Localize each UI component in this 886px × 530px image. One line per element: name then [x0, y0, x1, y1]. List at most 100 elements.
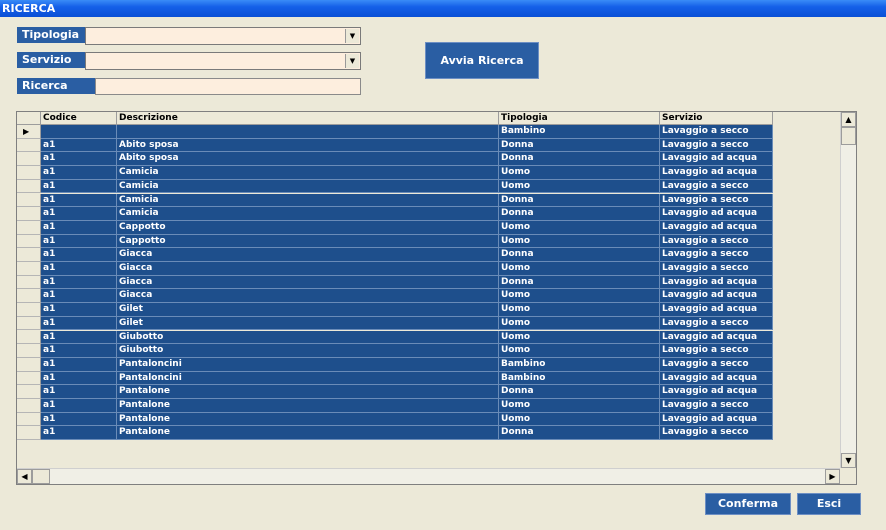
table-cell[interactable]: Lavaggio a secco [660, 234, 773, 249]
table-cell[interactable]: Pantaloncini [117, 371, 499, 386]
table-cell[interactable]: a1 [41, 399, 117, 413]
table-row[interactable]: a1 Camicia Uomo Lavaggio a secco [17, 179, 773, 194]
table-row[interactable]: a1 Giacca Donna Lavaggio a secco [17, 248, 773, 262]
table-cell[interactable]: Giubotto [117, 330, 499, 345]
table-cell[interactable]: Lavaggio a secco [660, 316, 773, 331]
table-row[interactable]: a1 Pantaloncini Bambino Lavaggio ad acqua [17, 371, 773, 386]
vertical-scroll-thumb[interactable] [841, 127, 856, 145]
tipologia-dropdown[interactable]: ▼ [85, 27, 361, 45]
column-header[interactable]: Codice [41, 112, 117, 125]
table-cell[interactable]: Pantalone [117, 399, 499, 413]
row-selector[interactable] [17, 248, 41, 262]
table-cell[interactable]: Lavaggio a secco [660, 399, 773, 413]
row-selector[interactable] [17, 289, 41, 304]
row-selector[interactable] [17, 275, 41, 290]
table-cell[interactable]: Pantalone [117, 412, 499, 427]
table-row[interactable]: a1 Cappotto Uomo Lavaggio a secco [17, 234, 773, 249]
row-selector[interactable] [17, 316, 41, 331]
table-cell[interactable]: Giacca [117, 289, 499, 304]
table-cell[interactable]: a1 [41, 179, 117, 194]
table-row[interactable]: ▶ Bambino Lavaggio a secco [17, 125, 773, 139]
table-row[interactable]: a1 Pantalone Uomo Lavaggio a secco [17, 399, 773, 413]
table-cell[interactable]: Giacca [117, 275, 499, 290]
row-selector[interactable] [17, 344, 41, 358]
table-row[interactable]: a1 Pantalone Donna Lavaggio a secco [17, 426, 773, 441]
table-row[interactable]: a1 Giacca Uomo Lavaggio a secco [17, 262, 773, 276]
table-cell[interactable]: Camicia [117, 179, 499, 194]
table-cell[interactable]: Lavaggio a secco [660, 179, 773, 194]
scroll-down-icon[interactable]: ▼ [841, 453, 856, 468]
table-cell[interactable]: a1 [41, 193, 117, 208]
table-cell[interactable]: Uomo [499, 289, 660, 304]
table-cell[interactable]: a1 [41, 344, 117, 358]
table-cell[interactable]: Lavaggio ad acqua [660, 303, 773, 317]
table-cell[interactable] [117, 125, 499, 139]
avvia-ricerca-button[interactable]: Avvia Ricerca [425, 42, 539, 79]
row-selector[interactable] [17, 193, 41, 208]
row-selector[interactable] [17, 138, 41, 153]
table-cell[interactable] [41, 125, 117, 139]
table-row[interactable]: a1 Pantalone Donna Lavaggio ad acqua [17, 385, 773, 399]
table-cell[interactable]: Uomo [499, 234, 660, 249]
vertical-scrollbar[interactable]: ▲ ▼ [840, 112, 856, 468]
table-cell[interactable]: a1 [41, 207, 117, 221]
table-cell[interactable]: Lavaggio a secco [660, 138, 773, 153]
table-cell[interactable]: a1 [41, 138, 117, 153]
table-cell[interactable]: Uomo [499, 166, 660, 180]
chevron-down-icon[interactable]: ▼ [345, 54, 359, 68]
row-selector[interactable]: ▶ [17, 125, 41, 139]
table-row[interactable]: a1 Gilet Uomo Lavaggio a secco [17, 316, 773, 331]
chevron-down-icon[interactable]: ▼ [345, 29, 359, 43]
table-cell[interactable]: Lavaggio ad acqua [660, 412, 773, 427]
table-cell[interactable]: Donna [499, 426, 660, 441]
table-cell[interactable]: a1 [41, 275, 117, 290]
table-cell[interactable]: a1 [41, 262, 117, 276]
row-selector[interactable] [17, 220, 41, 235]
table-row[interactable]: a1 Pantalone Uomo Lavaggio ad acqua [17, 412, 773, 427]
table-row[interactable]: a1 Giacca Uomo Lavaggio ad acqua [17, 289, 773, 304]
row-selector[interactable] [17, 234, 41, 249]
table-cell[interactable]: Lavaggio ad acqua [660, 207, 773, 221]
row-selector[interactable] [17, 262, 41, 276]
table-cell[interactable]: a1 [41, 234, 117, 249]
table-cell[interactable]: a1 [41, 357, 117, 372]
table-row[interactable]: a1 Abito sposa Donna Lavaggio ad acqua [17, 152, 773, 167]
table-cell[interactable]: Uomo [499, 344, 660, 358]
table-cell[interactable]: Lavaggio a secco [660, 125, 773, 139]
table-cell[interactable]: Donna [499, 385, 660, 399]
table-cell[interactable]: Giacca [117, 248, 499, 262]
esci-button[interactable]: Esci [797, 493, 861, 515]
row-selector[interactable] [17, 371, 41, 386]
table-row[interactable]: a1 Camicia Donna Lavaggio a secco [17, 193, 773, 208]
table-cell[interactable]: a1 [41, 303, 117, 317]
servizio-dropdown[interactable]: ▼ [85, 52, 361, 70]
table-row[interactable]: a1 Camicia Uomo Lavaggio ad acqua [17, 166, 773, 180]
table-cell[interactable]: Donna [499, 138, 660, 153]
table-row[interactable]: a1 Giubotto Uomo Lavaggio a secco [17, 344, 773, 358]
table-cell[interactable]: Donna [499, 152, 660, 167]
row-selector[interactable] [17, 303, 41, 317]
table-cell[interactable]: Lavaggio ad acqua [660, 385, 773, 399]
table-cell[interactable]: Donna [499, 193, 660, 208]
table-cell[interactable]: Lavaggio a secco [660, 357, 773, 372]
table-cell[interactable]: Pantalone [117, 426, 499, 441]
table-cell[interactable]: Lavaggio a secco [660, 262, 773, 276]
table-cell[interactable]: Lavaggio ad acqua [660, 166, 773, 180]
table-cell[interactable]: Uomo [499, 303, 660, 317]
table-cell[interactable]: Lavaggio a secco [660, 248, 773, 262]
table-row[interactable]: a1 Abito sposa Donna Lavaggio a secco [17, 138, 773, 153]
table-cell[interactable]: Bambino [499, 357, 660, 372]
column-header[interactable]: Descrizione [117, 112, 499, 125]
table-cell[interactable]: a1 [41, 316, 117, 331]
table-cell[interactable]: Giacca [117, 262, 499, 276]
column-header[interactable]: Tipologia [499, 112, 660, 125]
table-cell[interactable]: Uomo [499, 262, 660, 276]
ricerca-input[interactable] [95, 78, 361, 95]
row-selector[interactable] [17, 399, 41, 413]
row-selector[interactable] [17, 385, 41, 399]
scroll-right-icon[interactable]: ▶ [825, 469, 840, 484]
table-cell[interactable]: Lavaggio ad acqua [660, 289, 773, 304]
table-cell[interactable]: Gilet [117, 316, 499, 331]
conferma-button[interactable]: Conferma [705, 493, 791, 515]
table-cell[interactable]: Giubotto [117, 344, 499, 358]
